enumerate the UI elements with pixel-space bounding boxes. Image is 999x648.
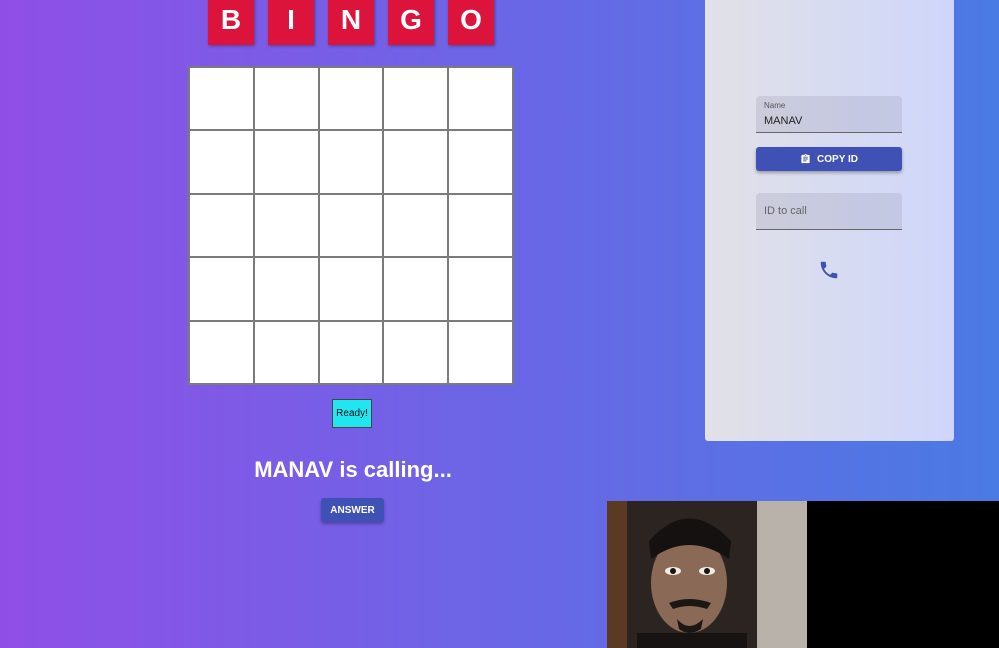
board-cell[interactable]: [448, 320, 513, 384]
copy-id-label: COPY ID: [817, 153, 858, 165]
board-cell[interactable]: [448, 130, 513, 194]
board-cell[interactable]: [253, 193, 319, 258]
answer-button[interactable]: ANSWER: [321, 498, 384, 522]
board-cell[interactable]: [189, 320, 254, 384]
board-cell[interactable]: [253, 257, 319, 321]
bingo-letter-g: G: [388, 0, 434, 45]
bingo-letter-n: N: [328, 0, 374, 45]
board-cell[interactable]: [383, 193, 449, 258]
id-to-call-input[interactable]: [756, 193, 902, 229]
bingo-letter-o: O: [448, 0, 494, 45]
board-cell[interactable]: [318, 193, 384, 258]
board-cell[interactable]: [318, 320, 384, 384]
remote-video: [807, 501, 999, 648]
board-cell[interactable]: [383, 67, 449, 131]
board-cell[interactable]: [318, 257, 384, 321]
board-cell[interactable]: [253, 67, 319, 131]
board-cell[interactable]: [189, 130, 254, 194]
board-cell[interactable]: [189, 257, 254, 321]
ready-button[interactable]: Ready!: [332, 399, 372, 428]
name-field[interactable]: Name MANAV: [756, 96, 902, 133]
name-field-label: Name: [764, 101, 786, 110]
id-to-call-field[interactable]: [756, 193, 902, 230]
board-cell[interactable]: [448, 67, 513, 131]
bingo-letter-i: I: [268, 0, 314, 45]
bingo-letter-b: B: [208, 0, 254, 45]
board-cell[interactable]: [383, 257, 449, 321]
board-cell[interactable]: [189, 193, 254, 258]
copy-id-button[interactable]: COPY ID: [756, 147, 902, 171]
bingo-header: B I N G O: [208, 0, 494, 45]
video-frame-image: [607, 501, 807, 648]
board-cell[interactable]: [253, 320, 319, 384]
clipboard-icon: [801, 153, 810, 164]
board-cell[interactable]: [189, 67, 254, 131]
board-cell[interactable]: [448, 193, 513, 258]
bingo-board: [188, 66, 514, 385]
board-cell[interactable]: [253, 130, 319, 194]
board-cell[interactable]: [383, 320, 449, 384]
incoming-call-text: MANAV is calling...: [254, 457, 452, 482]
phone-icon[interactable]: [818, 259, 840, 281]
local-video: [607, 501, 807, 648]
board-cell[interactable]: [318, 130, 384, 194]
name-field-value[interactable]: MANAV: [764, 115, 802, 127]
board-cell[interactable]: [383, 130, 449, 194]
board-cell[interactable]: [318, 67, 384, 131]
board-cell[interactable]: [448, 257, 513, 321]
